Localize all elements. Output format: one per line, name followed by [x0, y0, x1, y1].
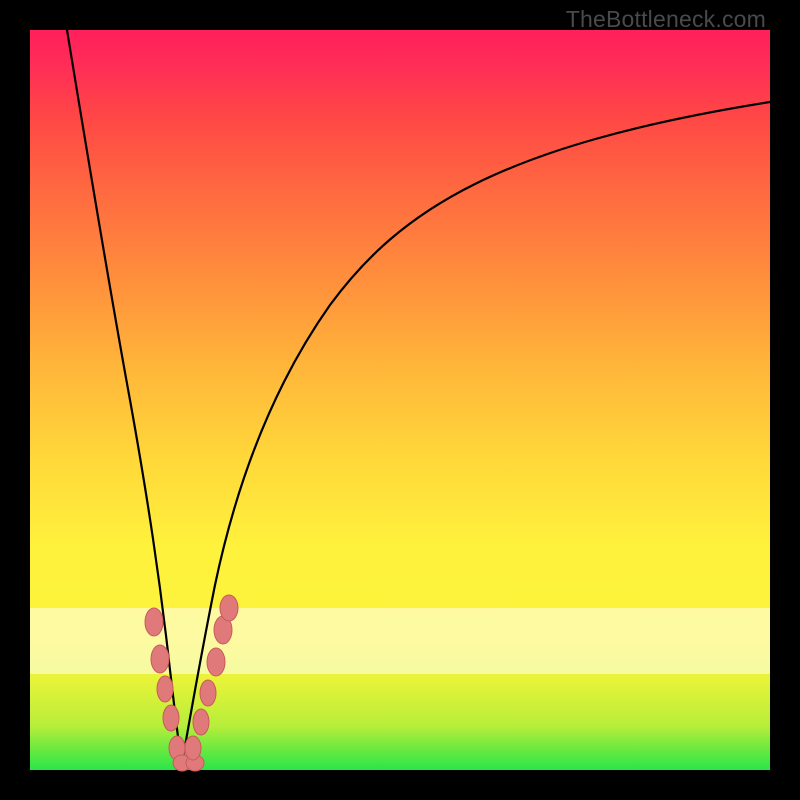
- marker-point: [200, 680, 216, 706]
- marker-point: [207, 648, 225, 676]
- marker-group: [145, 595, 238, 771]
- marker-point: [157, 676, 173, 702]
- plot-area: [30, 30, 770, 770]
- curve-right-branch: [182, 102, 770, 763]
- marker-point: [145, 608, 163, 636]
- marker-point: [220, 595, 238, 621]
- marker-point: [193, 709, 209, 735]
- watermark-text: TheBottleneck.com: [566, 6, 766, 33]
- chart-frame: TheBottleneck.com: [0, 0, 800, 800]
- marker-point: [185, 736, 201, 760]
- marker-point: [151, 645, 169, 673]
- marker-point: [163, 705, 179, 731]
- curve-layer: [30, 30, 770, 770]
